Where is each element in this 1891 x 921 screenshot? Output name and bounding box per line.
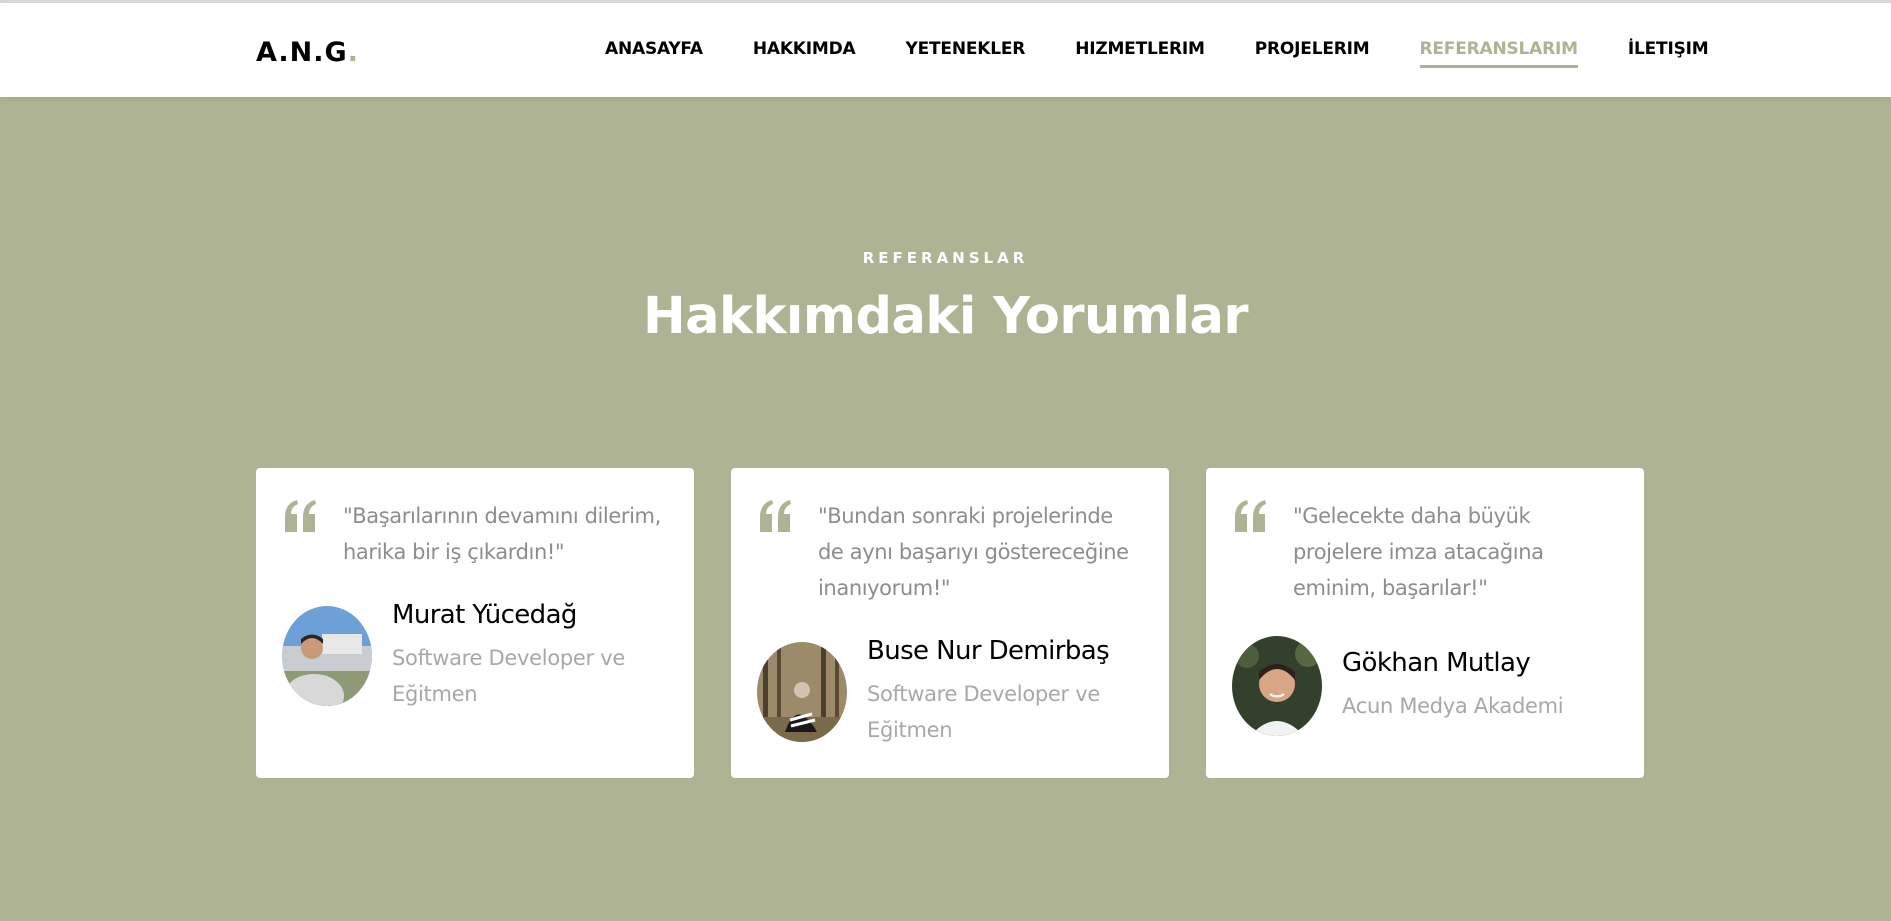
- author-name: Gökhan Mutlay: [1342, 648, 1531, 678]
- logo[interactable]: A.N.G.: [256, 37, 359, 68]
- nav-item-projelerim[interactable]: PROJELERIM: [1255, 39, 1370, 68]
- nav-item-iletisim[interactable]: İLETIŞIM: [1628, 39, 1709, 68]
- quote-row: "Bundan sonraki projelerinde de aynı baş…: [757, 498, 1144, 606]
- testimonials-section: REFERANSLAR Hakkımdaki Yorumlar: [0, 249, 1891, 346]
- nav-item-hizmetlerim[interactable]: HIZMETLERIM: [1075, 39, 1205, 68]
- quote-row: "Gelecekte daha büyük projelere imza ata…: [1232, 498, 1619, 606]
- testimonial-quote: "Başarılarının devamını dilerim, harika …: [343, 504, 661, 564]
- author-role: Acun Medya Akademi: [1342, 694, 1564, 718]
- section-title: Hakkımdaki Yorumlar: [642, 287, 1249, 346]
- author-role: Software Developer ve Eğitmen: [867, 682, 1100, 742]
- author-name: Buse Nur Demirbaş: [867, 636, 1110, 666]
- quote-icon: [757, 500, 793, 532]
- avatar: [1232, 636, 1322, 736]
- quote-icon: [282, 500, 318, 532]
- testimonial-card: "Gelecekte daha büyük projelere imza ata…: [1206, 468, 1644, 778]
- testimonial-card: "Bundan sonraki projelerinde de aynı baş…: [731, 468, 1169, 778]
- main-nav: ANASAYFA HAKKIMDA YETENEKLER HIZMETLERIM…: [605, 39, 1758, 68]
- testimonial-card: "Başarılarının devamını dilerim, harika …: [256, 468, 694, 778]
- author-info: Buse Nur Demirbaş Software Developer ve …: [867, 636, 1144, 748]
- quote-icon: [1232, 500, 1268, 532]
- author-info: Gökhan Mutlay Acun Medya Akademi: [1342, 648, 1564, 724]
- quote-row: "Başarılarının devamını dilerim, harika …: [282, 498, 669, 570]
- testimonial-cards: "Başarılarının devamını dilerim, harika …: [256, 468, 1681, 778]
- testimonial-author: Murat Yücedağ Software Developer ve Eğit…: [282, 600, 669, 712]
- avatar: [757, 642, 847, 742]
- avatar: [282, 606, 372, 706]
- logo-dot: .: [347, 37, 359, 68]
- nav-item-hakkimda[interactable]: HAKKIMDA: [753, 39, 856, 68]
- testimonial-quote: "Gelecekte daha büyük projelere imza ata…: [1293, 504, 1544, 600]
- nav-item-anasayfa[interactable]: ANASAYFA: [605, 39, 703, 68]
- logo-text: A.N.G: [256, 37, 348, 68]
- testimonial-author: Gökhan Mutlay Acun Medya Akademi: [1232, 636, 1619, 736]
- nav-item-referanslarim[interactable]: REFERANSLARIM: [1419, 39, 1578, 68]
- testimonial-author: Buse Nur Demirbaş Software Developer ve …: [757, 636, 1144, 748]
- author-info: Murat Yücedağ Software Developer ve Eğit…: [392, 600, 669, 712]
- section-subtitle: REFERANSLAR: [862, 249, 1029, 267]
- nav-item-yetenekler[interactable]: YETENEKLER: [906, 39, 1026, 68]
- author-name: Murat Yücedağ: [392, 600, 577, 630]
- author-role: Software Developer ve Eğitmen: [392, 646, 625, 706]
- testimonial-quote: "Bundan sonraki projelerinde de aynı baş…: [818, 504, 1129, 600]
- site-header: A.N.G. ANASAYFA HAKKIMDA YETENEKLER HIZM…: [0, 3, 1891, 97]
